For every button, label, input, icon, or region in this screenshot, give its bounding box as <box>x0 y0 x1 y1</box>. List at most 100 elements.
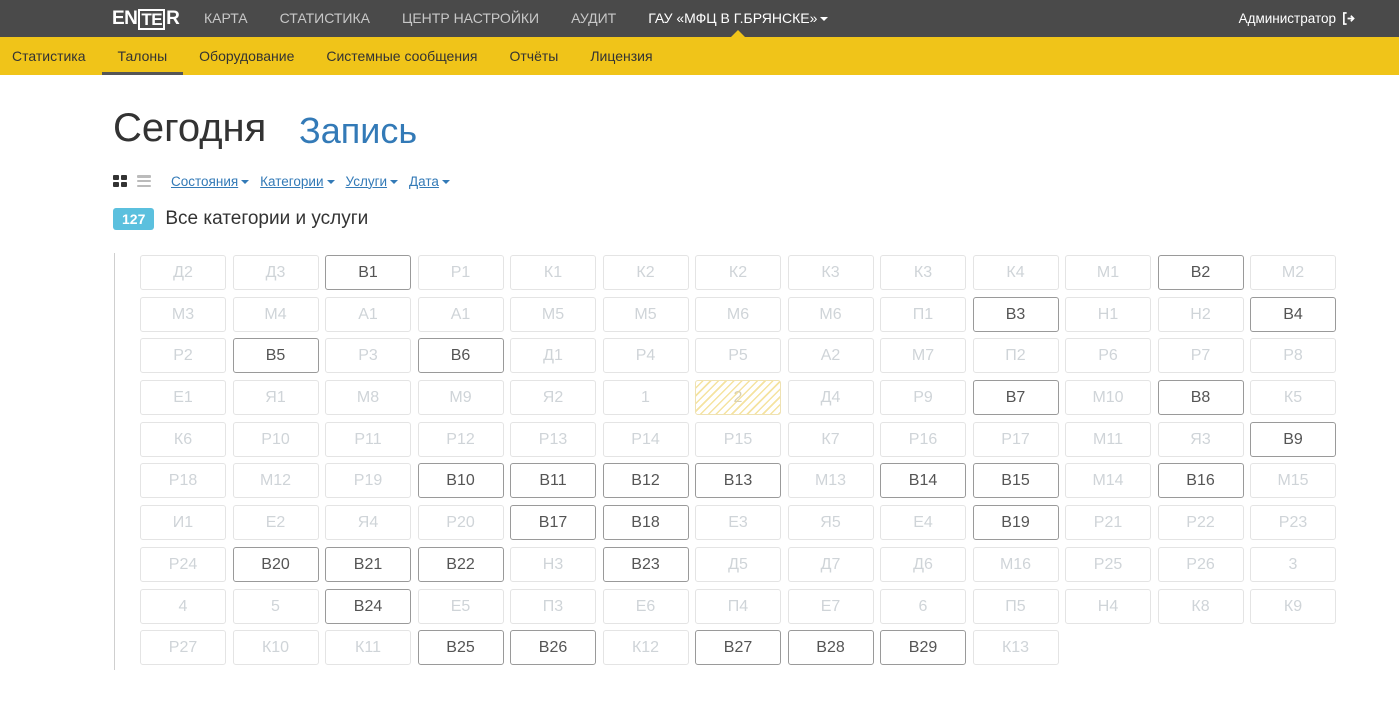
ticket-tile[interactable]: Р15 <box>695 421 781 457</box>
ticket-tile[interactable]: М11 <box>1065 421 1151 457</box>
ticket-tile[interactable]: М6 <box>787 296 874 332</box>
logout-icon[interactable] <box>1342 12 1355 25</box>
ticket-tile[interactable]: Р26 <box>1157 546 1244 582</box>
subnav-tab-0[interactable]: Статистика <box>0 37 102 75</box>
ticket-tile[interactable]: П2 <box>972 338 1059 374</box>
ticket-tile[interactable]: А2 <box>787 338 874 374</box>
topnav-item-1[interactable]: СТАТИСТИКА <box>264 0 386 37</box>
ticket-tile[interactable]: Р11 <box>325 421 411 457</box>
ticket-tile[interactable]: Р14 <box>602 421 689 457</box>
ticket-tile[interactable]: Р6 <box>1065 338 1151 374</box>
ticket-tile[interactable]: М9 <box>417 380 504 416</box>
ticket-tile[interactable]: К1 <box>510 255 596 290</box>
ticket-tile[interactable]: В18 <box>602 505 689 541</box>
ticket-tile[interactable]: Р22 <box>1157 505 1244 541</box>
ticket-tile[interactable]: Р27 <box>140 630 226 666</box>
ticket-tile[interactable]: Р2 <box>140 338 226 374</box>
ticket-tile[interactable]: Р9 <box>880 380 966 416</box>
ticket-tile[interactable]: В21 <box>325 546 411 582</box>
ticket-tile[interactable]: К2 <box>602 255 689 290</box>
ticket-tile[interactable]: К2 <box>695 255 781 290</box>
subnav-tab-1[interactable]: Талоны <box>101 37 184 75</box>
ticket-tile[interactable]: Д3 <box>232 255 319 290</box>
ticket-tile[interactable]: Я1 <box>232 380 319 416</box>
ticket-tile[interactable]: В24 <box>325 588 411 624</box>
ticket-tile[interactable]: И1 <box>140 505 226 541</box>
ticket-tile[interactable]: М14 <box>1065 463 1151 499</box>
subnav-tab-3[interactable]: Системные сообщения <box>310 37 493 75</box>
ticket-tile[interactable]: Р1 <box>417 255 504 290</box>
ticket-tile[interactable]: П1 <box>880 296 966 332</box>
ticket-tile[interactable]: Р21 <box>1065 505 1151 541</box>
ticket-tile[interactable]: Я5 <box>787 505 874 541</box>
ticket-tile[interactable]: К3 <box>880 255 966 290</box>
ticket-tile[interactable]: Р18 <box>140 463 226 499</box>
ticket-tile[interactable]: Е7 <box>787 588 874 624</box>
ticket-tile[interactable]: Р16 <box>880 421 966 457</box>
ticket-tile[interactable]: М3 <box>140 296 226 332</box>
grid-view-icon[interactable] <box>113 175 127 187</box>
ticket-tile[interactable]: К9 <box>1250 588 1336 624</box>
ticket-tile[interactable]: Р19 <box>325 463 411 499</box>
user-menu[interactable]: Администратор <box>1239 0 1355 37</box>
ticket-tile[interactable]: Я2 <box>510 380 596 416</box>
ticket-tile[interactable]: М10 <box>1065 380 1151 416</box>
topnav-item-0[interactable]: КАРТА <box>188 0 264 37</box>
ticket-tile[interactable]: Д5 <box>695 546 781 582</box>
ticket-tile[interactable]: В2 <box>1157 255 1244 290</box>
ticket-tile[interactable]: Е4 <box>880 505 966 541</box>
ticket-tile[interactable]: Р24 <box>140 546 226 582</box>
ticket-tile[interactable]: 6 <box>880 588 966 624</box>
ticket-tile[interactable]: В16 <box>1157 463 1244 499</box>
ticket-tile[interactable]: 5 <box>232 588 319 624</box>
subnav-tab-2[interactable]: Оборудование <box>183 37 310 75</box>
ticket-tile[interactable]: В13 <box>695 463 781 499</box>
ticket-tile[interactable]: 3 <box>1250 546 1336 582</box>
ticket-tile[interactable]: Р13 <box>510 421 596 457</box>
ticket-tile[interactable]: В11 <box>510 463 596 499</box>
subnav-tab-4[interactable]: Отчёты <box>493 37 574 75</box>
ticket-tile[interactable]: В7 <box>972 380 1059 416</box>
page-title-record[interactable]: Запись <box>299 110 417 152</box>
ticket-tile[interactable]: М2 <box>1250 255 1336 290</box>
ticket-tile[interactable]: Р23 <box>1250 505 1336 541</box>
ticket-tile[interactable]: М4 <box>232 296 319 332</box>
ticket-tile[interactable]: В14 <box>880 463 966 499</box>
ticket-tile[interactable]: М5 <box>510 296 596 332</box>
ticket-tile[interactable]: В25 <box>417 630 504 666</box>
ticket-tile[interactable]: М1 <box>1065 255 1151 290</box>
ticket-tile[interactable]: К3 <box>787 255 874 290</box>
ticket-tile[interactable]: Н4 <box>1065 588 1151 624</box>
ticket-tile[interactable]: М8 <box>325 380 411 416</box>
ticket-tile[interactable]: М6 <box>695 296 781 332</box>
ticket-tile[interactable]: В10 <box>417 463 504 499</box>
ticket-tile[interactable]: В9 <box>1250 421 1336 457</box>
ticket-tile[interactable]: В8 <box>1157 380 1244 416</box>
ticket-tile[interactable]: В28 <box>787 630 874 666</box>
ticket-tile[interactable]: Д6 <box>880 546 966 582</box>
ticket-tile[interactable]: Н3 <box>510 546 596 582</box>
ticket-tile[interactable]: Е6 <box>602 588 689 624</box>
ticket-tile[interactable]: Р7 <box>1157 338 1244 374</box>
ticket-tile[interactable]: В1 <box>325 255 411 290</box>
ticket-tile[interactable]: М15 <box>1250 463 1336 499</box>
ticket-tile[interactable]: Я4 <box>325 505 411 541</box>
ticket-tile[interactable]: Р5 <box>695 338 781 374</box>
ticket-tile[interactable]: К4 <box>972 255 1059 290</box>
ticket-tile[interactable]: В15 <box>972 463 1059 499</box>
ticket-tile[interactable]: М13 <box>787 463 874 499</box>
ticket-tile[interactable]: Р8 <box>1250 338 1336 374</box>
ticket-tile[interactable]: Р20 <box>417 505 504 541</box>
ticket-tile[interactable]: Н2 <box>1157 296 1244 332</box>
ticket-tile[interactable]: 4 <box>140 588 226 624</box>
ticket-tile[interactable]: Р10 <box>232 421 319 457</box>
ticket-tile[interactable]: А1 <box>417 296 504 332</box>
ticket-tile[interactable]: Е1 <box>140 380 226 416</box>
ticket-tile[interactable]: М16 <box>972 546 1059 582</box>
ticket-tile[interactable]: В3 <box>972 296 1059 332</box>
ticket-tile[interactable]: К11 <box>325 630 411 666</box>
topnav-item-2[interactable]: ЦЕНТР НАСТРОЙКИ <box>386 0 555 37</box>
ticket-tile[interactable]: Е3 <box>695 505 781 541</box>
ticket-tile[interactable]: К8 <box>1157 588 1244 624</box>
subnav-tab-5[interactable]: Лицензия <box>574 37 668 75</box>
